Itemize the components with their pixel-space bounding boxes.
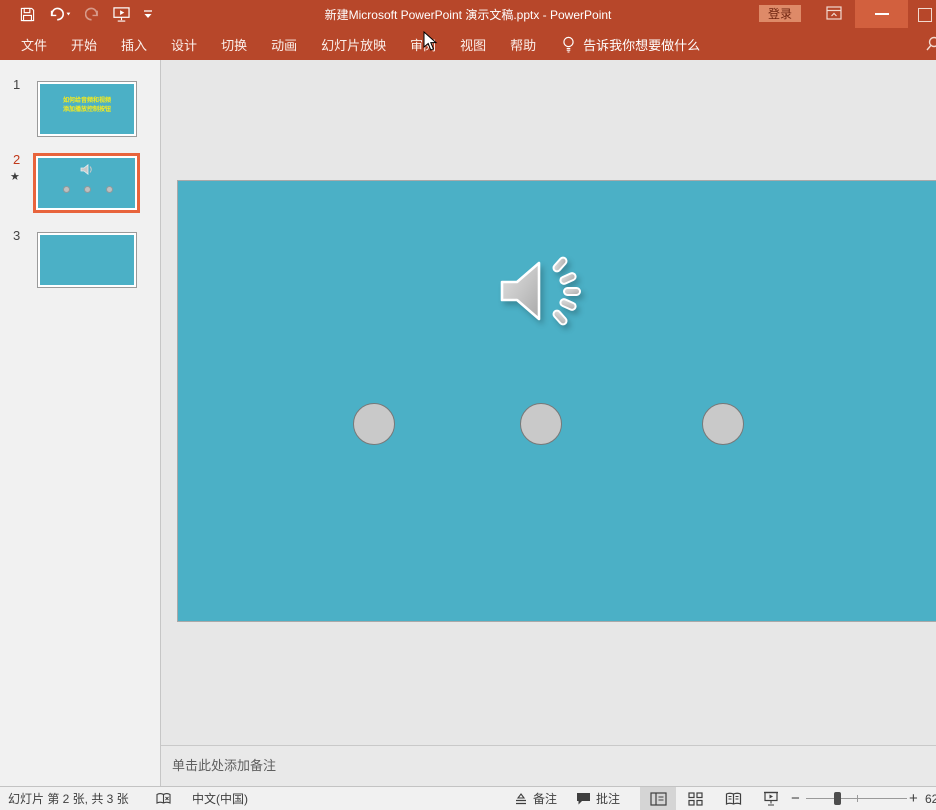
normal-view-icon <box>650 792 667 806</box>
tab-animations[interactable]: 动画 <box>259 28 309 60</box>
proofing-icon[interactable] <box>156 787 171 810</box>
placeholder-circle-1[interactable] <box>353 403 395 445</box>
zoom-in-button[interactable]: + <box>909 787 918 810</box>
maximize-button[interactable] <box>918 8 932 22</box>
comments-toggle-label: 批注 <box>596 790 620 807</box>
zoom-out-button[interactable]: − <box>791 787 800 810</box>
start-slideshow-icon[interactable] <box>113 3 130 25</box>
notes-icon <box>514 793 528 805</box>
slide-2-thumbnail[interactable] <box>33 153 140 213</box>
placeholder-circle-3[interactable] <box>702 403 744 445</box>
slide-canvas[interactable] <box>177 180 936 622</box>
undo-button[interactable] <box>48 3 72 25</box>
zoom-percentage[interactable]: 62 <box>925 787 936 810</box>
reading-view-icon <box>725 792 742 806</box>
audio-speaker-icon[interactable] <box>496 255 588 329</box>
zoom-slider-handle[interactable] <box>834 792 841 805</box>
redo-button <box>85 3 100 25</box>
tab-review[interactable]: 审阅 <box>398 28 448 60</box>
mini-circle <box>63 186 70 193</box>
normal-view-button[interactable] <box>640 787 676 810</box>
tab-home[interactable]: 开始 <box>59 28 109 60</box>
notes-placeholder[interactable]: 单击此处添加备注 <box>172 755 276 774</box>
slide-3-number: 3 <box>13 228 20 243</box>
notes-pane[interactable]: 单击此处添加备注 <box>161 745 936 786</box>
lightbulb-icon <box>562 36 575 53</box>
reading-view-button[interactable] <box>715 787 751 810</box>
search-icon[interactable] <box>924 35 936 53</box>
tab-help[interactable]: 帮助 <box>498 28 548 60</box>
minimize-icon <box>875 13 889 15</box>
slide-editor: 单击此处添加备注 <box>161 60 936 786</box>
slide-2-number: 2 <box>13 152 20 167</box>
slide-thumbnail-panel[interactable]: 1 如何给音频和视频 添加播放控制按钮 2 ★ 3 <box>0 60 161 786</box>
ribbon-tab-bar: 文件 开始 插入 设计 切换 动画 幻灯片放映 审阅 视图 帮助 告诉我你想要做… <box>0 28 936 60</box>
quick-access-toolbar <box>20 0 153 28</box>
ribbon-tabs: 文件 开始 插入 设计 切换 动画 幻灯片放映 审阅 视图 帮助 告诉我你想要做… <box>9 28 700 60</box>
tell-me-label: 告诉我你想要做什么 <box>583 35 700 54</box>
slide-1-title-text: 如何给音频和视频 添加播放控制按钮 <box>38 97 136 115</box>
zoom-slider-midpoint <box>857 795 858 802</box>
main-area: 1 如何给音频和视频 添加播放控制按钮 2 ★ 3 <box>0 60 936 786</box>
animation-star-icon: ★ <box>10 170 20 183</box>
save-icon[interactable] <box>20 3 35 25</box>
tell-me-box[interactable]: 告诉我你想要做什么 <box>562 35 700 54</box>
mini-circle <box>84 186 91 193</box>
slideshow-icon <box>763 791 779 806</box>
minimize-button[interactable] <box>855 0 908 28</box>
sign-in-button[interactable]: 登录 <box>759 5 801 22</box>
slide-1-number: 1 <box>13 77 20 92</box>
title-bar: 新建Microsoft PowerPoint 演示文稿.pptx - Power… <box>0 0 936 28</box>
placeholder-circle-2[interactable] <box>520 403 562 445</box>
slide-sorter-view-button[interactable] <box>677 787 713 810</box>
powerpoint-window: 新建Microsoft PowerPoint 演示文稿.pptx - Power… <box>0 0 936 810</box>
mini-speaker-icon <box>80 164 93 175</box>
comment-icon <box>576 792 591 805</box>
tab-view[interactable]: 视图 <box>448 28 498 60</box>
slide-sorter-icon <box>688 792 703 806</box>
tab-design[interactable]: 设计 <box>159 28 209 60</box>
slide-3-thumbnail[interactable] <box>37 232 137 288</box>
slide-2-thumbnail-canvas <box>38 158 135 208</box>
notes-toggle[interactable]: 备注 <box>514 787 557 810</box>
notes-toggle-label: 备注 <box>533 790 557 807</box>
slideshow-view-button[interactable] <box>753 787 789 810</box>
ribbon-display-options-icon[interactable] <box>826 6 842 21</box>
comments-toggle[interactable]: 批注 <box>576 787 620 810</box>
tab-insert[interactable]: 插入 <box>109 28 159 60</box>
customize-qat-icon[interactable] <box>143 3 153 25</box>
tab-file[interactable]: 文件 <box>9 28 59 60</box>
slide-1-thumbnail[interactable]: 如何给音频和视频 添加播放控制按钮 <box>37 81 137 137</box>
tab-slideshow[interactable]: 幻灯片放映 <box>309 28 398 60</box>
status-bar: 幻灯片 第 2 张, 共 3 张 中文(中国) 备注 批注 − + 6 <box>0 786 936 810</box>
language-label[interactable]: 中文(中国) <box>192 787 248 810</box>
slide-position-label[interactable]: 幻灯片 第 2 张, 共 3 张 <box>8 787 129 810</box>
mini-circle <box>106 186 113 193</box>
tab-transitions[interactable]: 切换 <box>209 28 259 60</box>
